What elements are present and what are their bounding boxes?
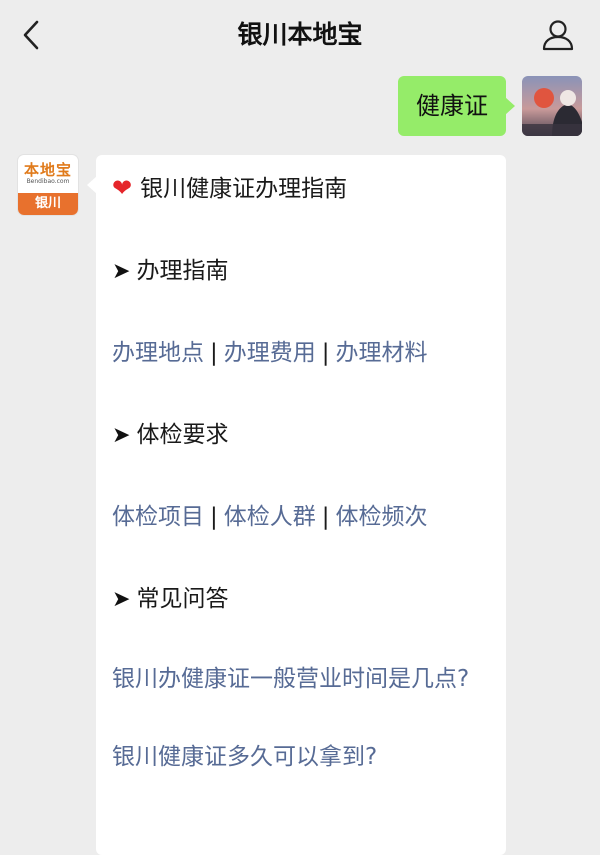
link-row: 办理地点 | 办理费用 | 办理材料 xyxy=(112,333,490,367)
arrow-right-icon: ➤ xyxy=(112,587,131,612)
user-avatar[interactable] xyxy=(522,76,582,136)
incoming-bubble: ❤ 银川健康证办理指南 ➤ 办理指南 办理地点 | 办理费用 | 办理材料 ➤ 体检要求 体检… xyxy=(87,155,506,855)
link-exam-items[interactable]: 体检项目 xyxy=(112,504,204,530)
link-fee[interactable]: 办理费用 xyxy=(224,340,316,366)
link-materials[interactable]: 办理材料 xyxy=(336,340,428,366)
chat-header: 银川本地宝 xyxy=(0,0,600,70)
link-row: 体检项目 | 体检人群 | 体检频次 xyxy=(112,497,490,531)
separator: | xyxy=(210,340,218,366)
message-title: 银川健康证办理指南 xyxy=(140,176,348,202)
section-heading-text: 体检要求 xyxy=(136,422,229,448)
logo-sub-text: Bendibao.com xyxy=(26,178,70,185)
chevron-left-icon xyxy=(23,20,39,50)
separator: | xyxy=(321,504,330,530)
section-heading: ➤ 体检要求 xyxy=(112,415,490,449)
section-heading-text: 办理指南 xyxy=(136,258,229,284)
person-icon xyxy=(542,20,574,51)
section-heading-text: 常见问答 xyxy=(136,586,229,612)
user-avatar-image xyxy=(522,76,582,136)
link-location[interactable]: 办理地点 xyxy=(112,340,204,366)
profile-button[interactable] xyxy=(538,16,578,54)
link-exam-people[interactable]: 体检人群 xyxy=(224,504,316,530)
heart-icon: ❤ xyxy=(112,174,133,202)
logo-city: 银川 xyxy=(18,193,78,215)
link-exam-frequency[interactable]: 体检频次 xyxy=(336,504,428,530)
link-faq-hours[interactable]: 银川办健康证一般营业时间是几点? xyxy=(112,666,469,692)
separator: | xyxy=(210,504,218,530)
outgoing-bubble[interactable]: 健康证 xyxy=(398,76,515,136)
faq-item: 银川办健康证一般营业时间是几点? xyxy=(112,661,490,697)
bot-logo: 本地宝 Bendibao.com xyxy=(18,155,78,193)
faq-item: 银川健康证多久可以拿到? xyxy=(112,737,490,771)
outgoing-message: 健康证 xyxy=(398,76,582,136)
separator: | xyxy=(321,340,330,366)
outgoing-text: 健康证 xyxy=(416,92,488,120)
section-heading: ➤ 常见问答 xyxy=(112,579,490,613)
back-button[interactable] xyxy=(14,16,48,54)
arrow-right-icon: ➤ xyxy=(112,259,131,284)
message-title-line: ❤ 银川健康证办理指南 xyxy=(112,169,490,203)
section-heading: ➤ 办理指南 xyxy=(112,251,490,285)
bot-avatar[interactable]: 本地宝 Bendibao.com 银川 xyxy=(18,155,78,215)
page-title: 银川本地宝 xyxy=(237,20,363,49)
logo-main-text: 本地宝 xyxy=(23,161,72,179)
link-faq-duration[interactable]: 银川健康证多久可以拿到? xyxy=(112,744,377,770)
arrow-right-icon: ➤ xyxy=(112,423,131,448)
